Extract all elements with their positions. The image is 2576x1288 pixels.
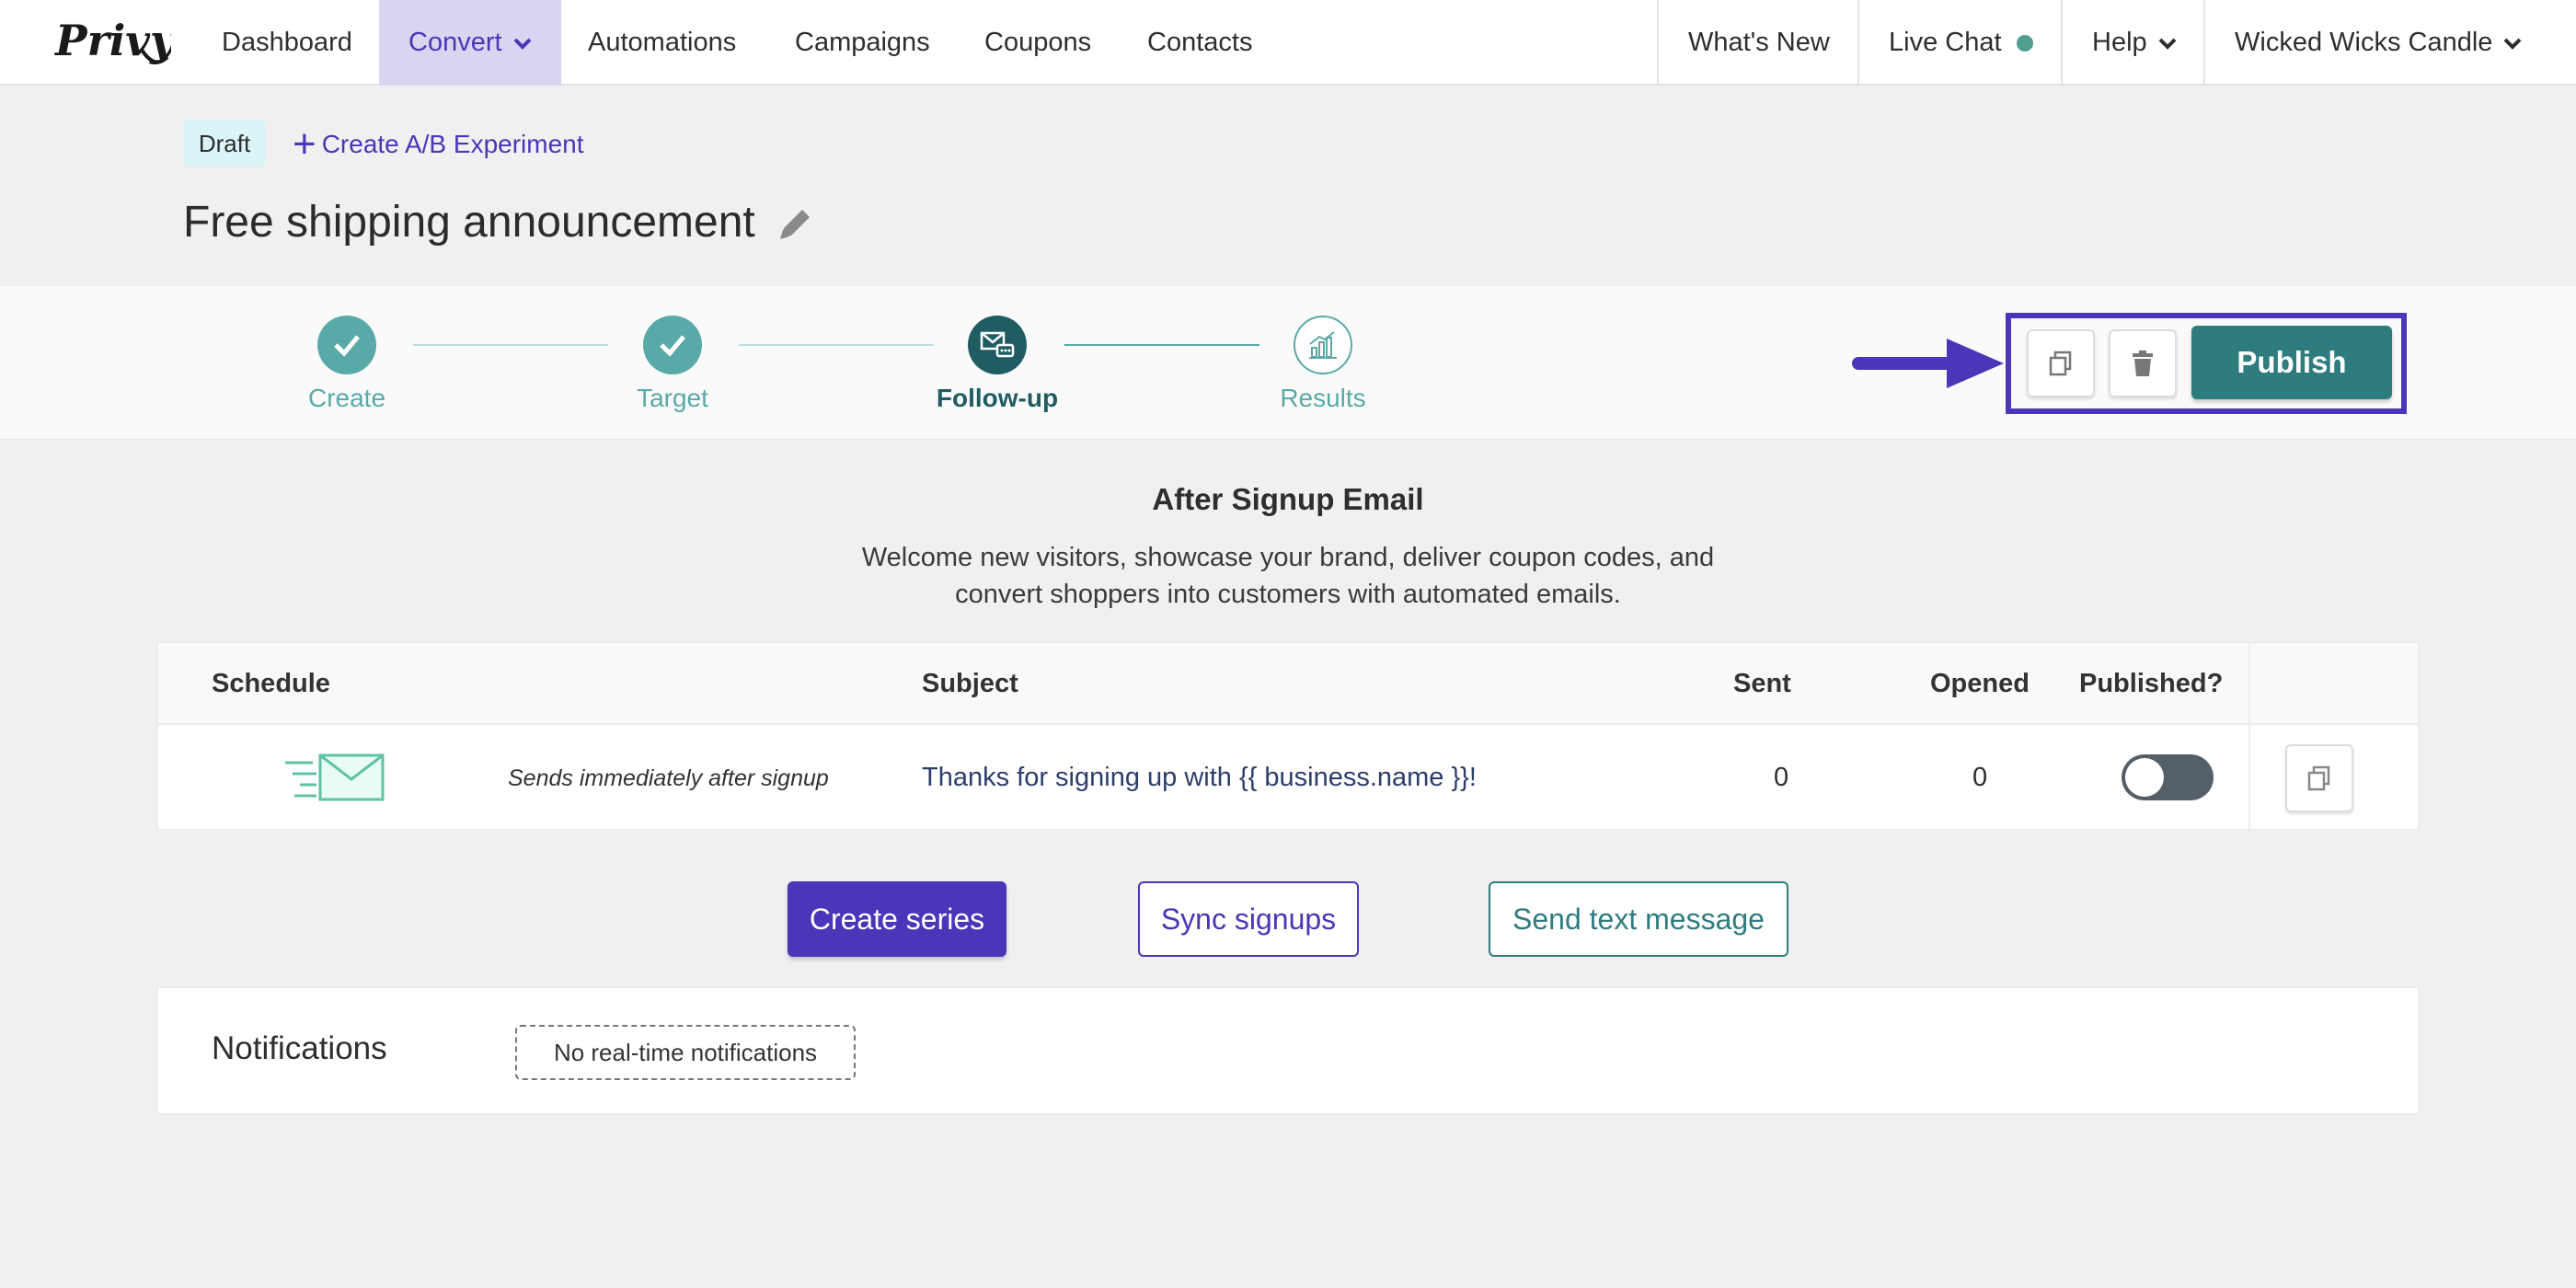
checkmark-icon xyxy=(334,335,360,357)
header-sent: Sent xyxy=(1733,669,1791,698)
section-title: After Signup Email xyxy=(1152,482,1424,516)
notifications-empty-state: No real-time notifications xyxy=(515,1025,856,1080)
step-target[interactable] xyxy=(643,316,702,374)
section-description: Welcome new visitors, showcase your bran… xyxy=(861,543,1715,609)
email-table: Schedule Subject Sent Opened Published? … xyxy=(156,641,2420,833)
header-published: Published? xyxy=(2079,669,2224,698)
ab-link-label: Create A/B Experiment xyxy=(321,130,584,158)
svg-text:Privy: Privy xyxy=(53,16,171,65)
nav-contacts[interactable]: Contacts xyxy=(1118,0,1282,86)
schedule-text: Sends immediately after signup xyxy=(508,765,829,791)
header-opened: Opened xyxy=(1930,669,2030,698)
nav-account-menu[interactable]: Wicked Wicks Candle xyxy=(2205,0,2551,86)
chevron-down-icon xyxy=(2158,38,2177,50)
row-duplicate-button[interactable] xyxy=(2285,744,2353,812)
header-subject: Subject xyxy=(922,669,1018,698)
plus-icon: + xyxy=(293,121,316,167)
nav-dashboard[interactable]: Dashboard xyxy=(192,0,382,86)
bar-chart-icon xyxy=(1309,331,1337,359)
duplicate-button[interactable] xyxy=(2027,329,2095,397)
top-navigation: Privy Dashboard Convert Automations Camp… xyxy=(0,0,2576,86)
create-series-button[interactable]: Create series xyxy=(788,881,1006,957)
step-label-results: Results xyxy=(1280,384,1366,412)
header-schedule: Schedule xyxy=(212,669,330,698)
published-toggle[interactable] xyxy=(2122,754,2214,800)
chevron-down-icon xyxy=(2503,38,2522,50)
column-divider xyxy=(2248,643,2250,833)
page-title: Free shipping announcement xyxy=(183,198,755,247)
nav-convert[interactable]: Convert xyxy=(379,0,561,86)
checkmark-icon xyxy=(660,335,685,357)
step-connector xyxy=(1064,344,1259,346)
nav-live-chat[interactable]: Live Chat xyxy=(1859,0,2063,86)
trash-icon xyxy=(2133,351,2153,376)
step-label-target: Target xyxy=(637,384,708,412)
copy-icon xyxy=(2307,765,2330,791)
nav-help[interactable]: Help xyxy=(2063,0,2206,86)
create-ab-experiment-link[interactable]: + Create A/B Experiment xyxy=(293,123,584,166)
online-status-icon xyxy=(2016,34,2033,52)
nav-campaigns[interactable]: Campaigns xyxy=(765,0,960,86)
annotation-arrow xyxy=(1852,339,2004,388)
subject-link[interactable]: Thanks for signing up with {{ business.n… xyxy=(922,763,1477,793)
send-text-message-button[interactable]: Send text message xyxy=(1489,881,1788,957)
toggle-knob xyxy=(2125,758,2164,797)
nav-coupons[interactable]: Coupons xyxy=(955,0,1121,86)
step-follow-up[interactable] xyxy=(968,316,1027,374)
step-create[interactable] xyxy=(317,316,376,374)
chevron-down-icon xyxy=(513,38,531,50)
step-results[interactable] xyxy=(1294,316,1352,374)
email-sending-icon xyxy=(285,753,385,801)
pencil-edit-icon[interactable] xyxy=(775,202,817,245)
step-label-create: Create xyxy=(307,384,386,412)
sent-count: 0 xyxy=(1774,763,1789,792)
notifications-card: Notifications No real-time notifications xyxy=(156,986,2420,1115)
copy-icon xyxy=(2049,351,2072,376)
delete-button[interactable] xyxy=(2109,329,2177,397)
publish-button[interactable]: Publish xyxy=(2191,326,2392,399)
nav-automations[interactable]: Automations xyxy=(558,0,765,86)
privy-logo[interactable]: Privy xyxy=(53,13,171,74)
step-connector xyxy=(739,344,934,346)
status-badge: Draft xyxy=(183,120,266,167)
table-header: Schedule Subject Sent Opened Published? xyxy=(158,643,2418,725)
nav-whats-new[interactable]: What's New xyxy=(1659,0,1859,86)
opened-count: 0 xyxy=(1972,763,1988,792)
step-label-follow-up: Follow-up xyxy=(936,384,1059,412)
step-connector xyxy=(413,344,608,346)
email-chat-icon xyxy=(980,331,1015,358)
notifications-title: Notifications xyxy=(212,1030,387,1066)
sync-signups-button[interactable]: Sync signups xyxy=(1138,881,1359,957)
